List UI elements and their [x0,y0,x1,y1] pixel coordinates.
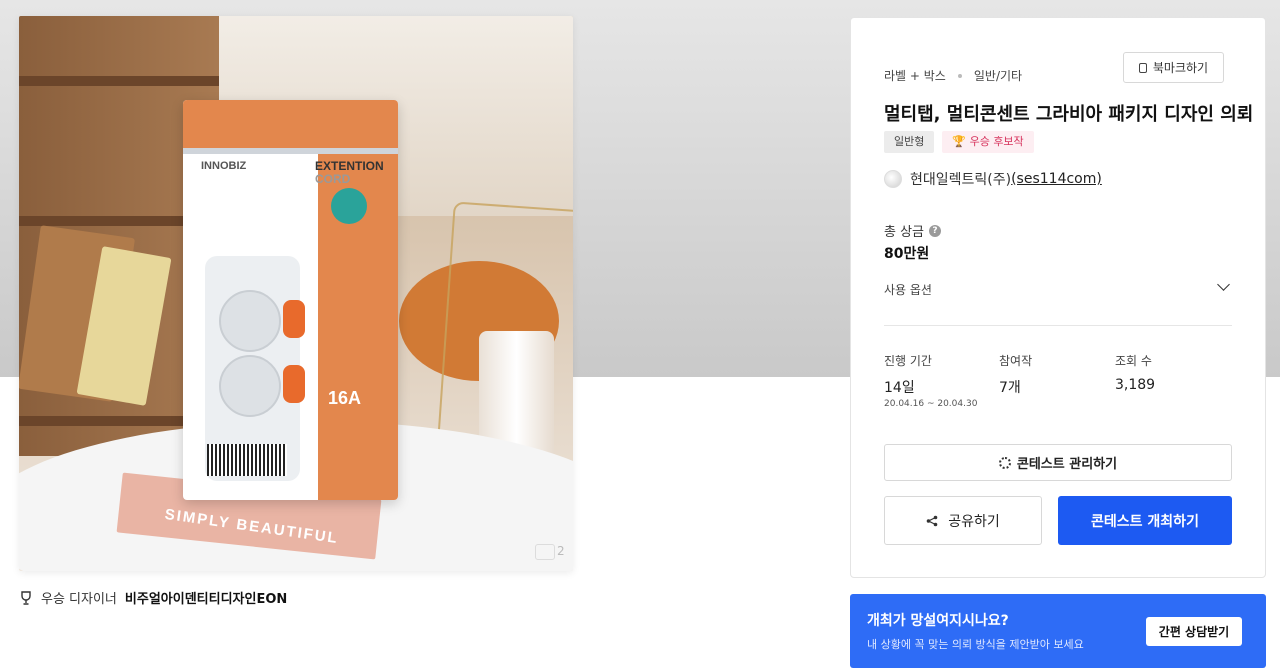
switch-graphic [283,365,305,403]
package-badge [331,188,367,224]
category-row: 라벨 + 박스 일반/기타 [884,67,1022,84]
company-name: 현대일렉트릭(주) [910,172,1012,188]
prize-value: 80만원 [884,246,930,262]
prize-label: 총 상금 [884,225,925,240]
host-contest-button[interactable]: 콘테스트 개최하기 [1058,496,1232,545]
manage-label: 콘테스트 관리하기 [1016,457,1118,472]
separator-dot [957,73,962,78]
winner-label: 우승 디자이너 [41,592,117,607]
trophy-icon [19,590,33,605]
package-header [183,100,398,148]
help-icon[interactable]: ? [929,224,942,237]
share-button[interactable]: 공유하기 [884,496,1042,545]
contest-title: 멀티탭, 멀티콘센트 그라비아 패키지 디자인 의뢰 [884,104,1254,125]
shelf-board [19,76,219,86]
consult-subtitle: 내 상황에 꼭 맞는 의뢰 방식을 제안받아 보세요 [867,638,1084,651]
tag-winner-candidate: 🏆 우승 후보작 [942,131,1034,153]
consult-banner: 개최가 망설여지시나요? 내 상황에 꼭 맞는 의뢰 방식을 제안받아 보세요 … [850,594,1266,668]
gear-icon [998,456,1011,469]
winner-line: 우승 디자이너 비주얼아이덴티티디자인EON [19,588,287,607]
period-dates: 20.04.16 ~ 20.04.30 [884,399,978,409]
share-label: 공유하기 [948,513,1000,530]
tag-list: 일반형 🏆 우승 후보작 [884,131,1034,153]
winner-name[interactable]: 비주얼아이덴티티디자인EON [125,588,287,607]
divider [884,325,1232,326]
switch-graphic [283,300,305,338]
package-ext-title: EXTENTION [315,159,384,173]
subcategory-label[interactable]: 일반/기타 [974,67,1022,84]
bookmark-button[interactable]: 북마크하기 [1123,52,1224,83]
category-label[interactable]: 라벨 + 박스 [884,67,946,84]
chevron-down-icon[interactable] [1217,278,1230,291]
company-row[interactable]: 현대일렉트릭(주) (ses114com) [884,169,1102,189]
manage-contest-button[interactable]: 콘테스트 관리하기 [884,444,1232,481]
image-count: 2 [557,544,565,558]
share-icon [926,515,938,527]
entries-label: 참여작 [999,354,1033,368]
views-label: 조회 수 [1115,354,1152,368]
period-value: 14일 [884,380,915,396]
package-brand: INNOBIZ [201,160,247,172]
contest-info-card: 라벨 + 박스 일반/기타 북마크하기 멀티탭, 멀티콘센트 그라비아 패키지 … [850,17,1266,578]
socket-graphic [219,290,281,352]
package-rating: 16A [328,388,362,408]
prize-label-row: 총 상금 ? [884,221,942,240]
barcode [207,444,287,476]
options-label: 사용 옵션 [884,283,932,297]
gallery-icon[interactable] [535,544,555,560]
consult-button[interactable]: 간편 상담받기 [1146,617,1242,646]
package-graphic: INNOBIZ EXTENTION CORD 16A [183,100,398,500]
package-ext-subtitle: CORD [315,172,351,186]
period-label: 진행 기간 [884,354,932,368]
company-id-link[interactable]: (ses114com) [1011,171,1102,187]
bookmark-icon [1138,62,1147,73]
entries-value: 7개 [999,380,1021,396]
views-value: 3,189 [1115,377,1156,393]
tag-type: 일반형 [884,131,935,153]
tag-winner-label: 우승 후보작 [969,135,1024,148]
company-logo [884,170,902,188]
contest-image[interactable]: SIMPLY BEAUTIFUL INNOBIZ EXTENTION CORD … [19,16,573,571]
consult-title: 개최가 망설여지시나요? [867,613,1009,629]
bookmark-label: 북마크하기 [1152,61,1209,75]
socket-graphic [219,355,281,417]
options-toggle[interactable]: 사용 옵션 [884,278,1232,298]
